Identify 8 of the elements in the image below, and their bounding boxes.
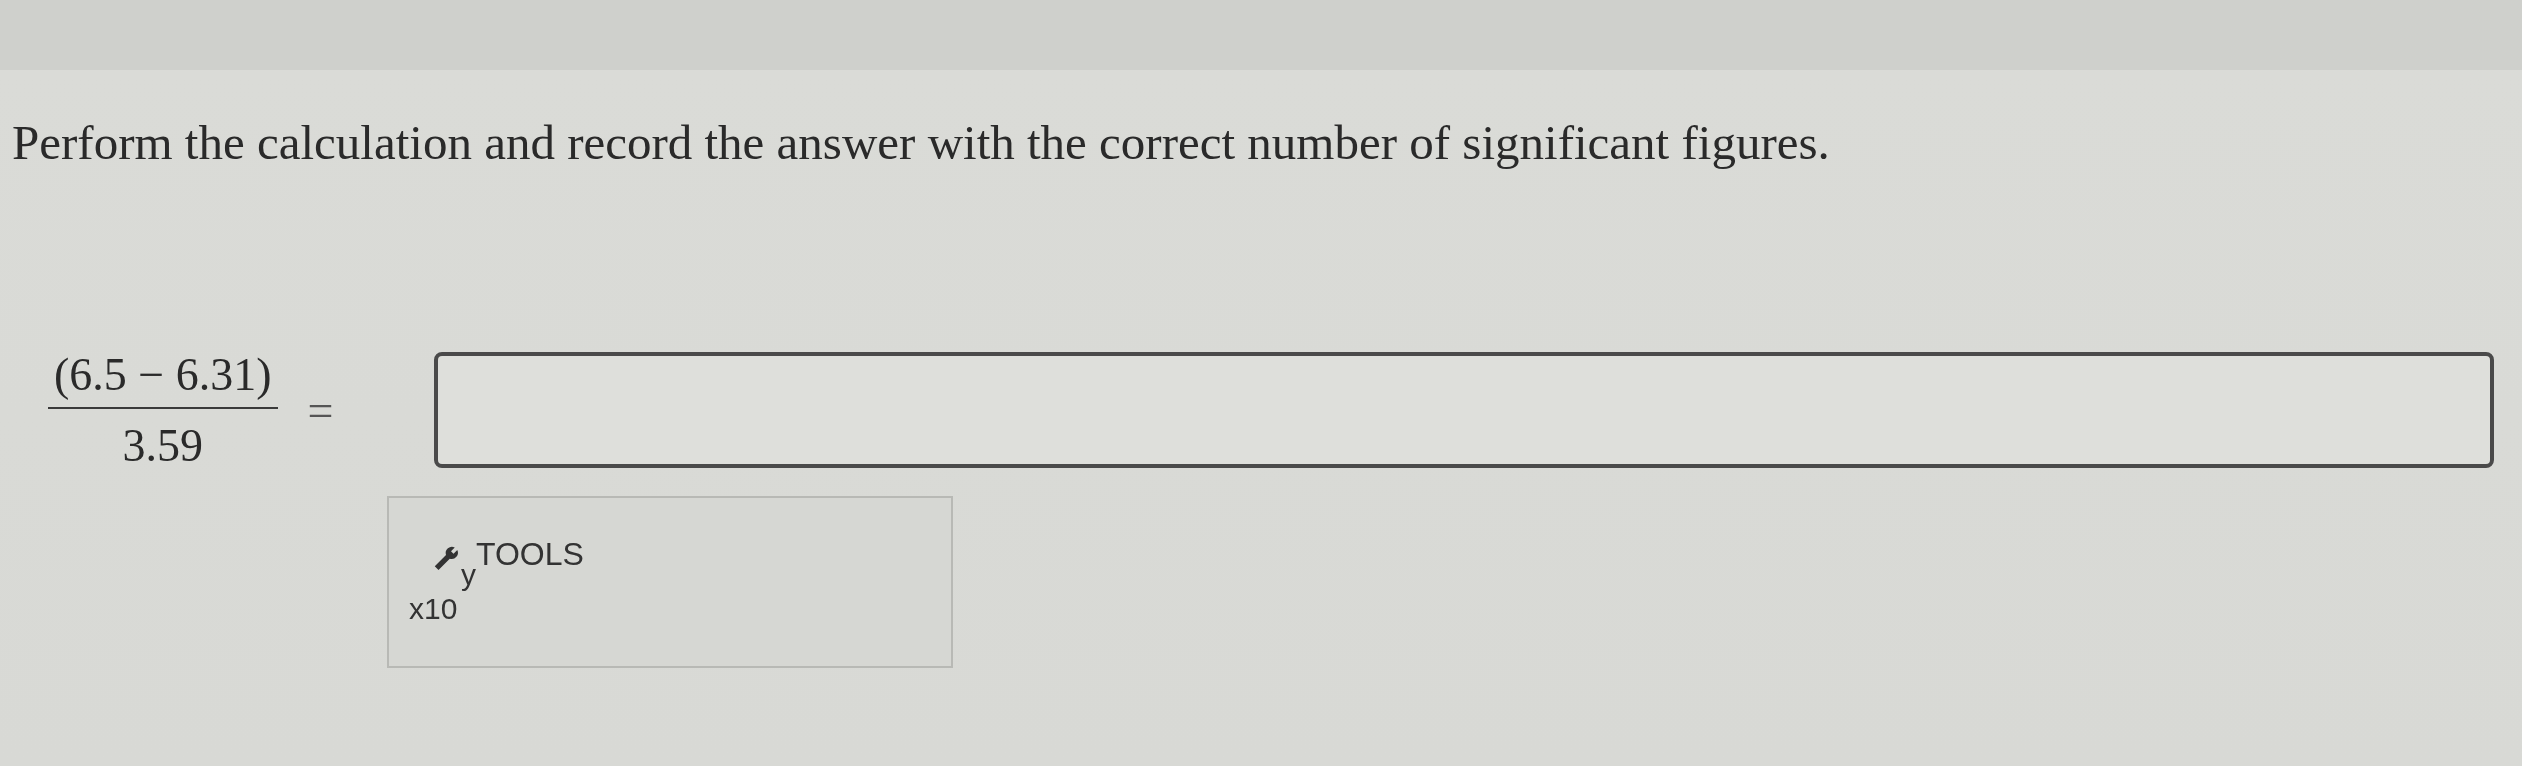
exponent-key[interactable]: x10 [409, 592, 458, 626]
subscript-key[interactable]: y [461, 558, 476, 592]
answer-field[interactable] [433, 352, 2494, 468]
denominator: 3.59 [122, 419, 204, 472]
equals-sign: = [307, 383, 334, 437]
tools-label: TOOLS [476, 536, 584, 573]
question-prompt: Perform the calculation and record the answer with the correct number of significant figures. [12, 118, 1831, 168]
numerator: (6.5 − 6.31) [48, 348, 278, 409]
